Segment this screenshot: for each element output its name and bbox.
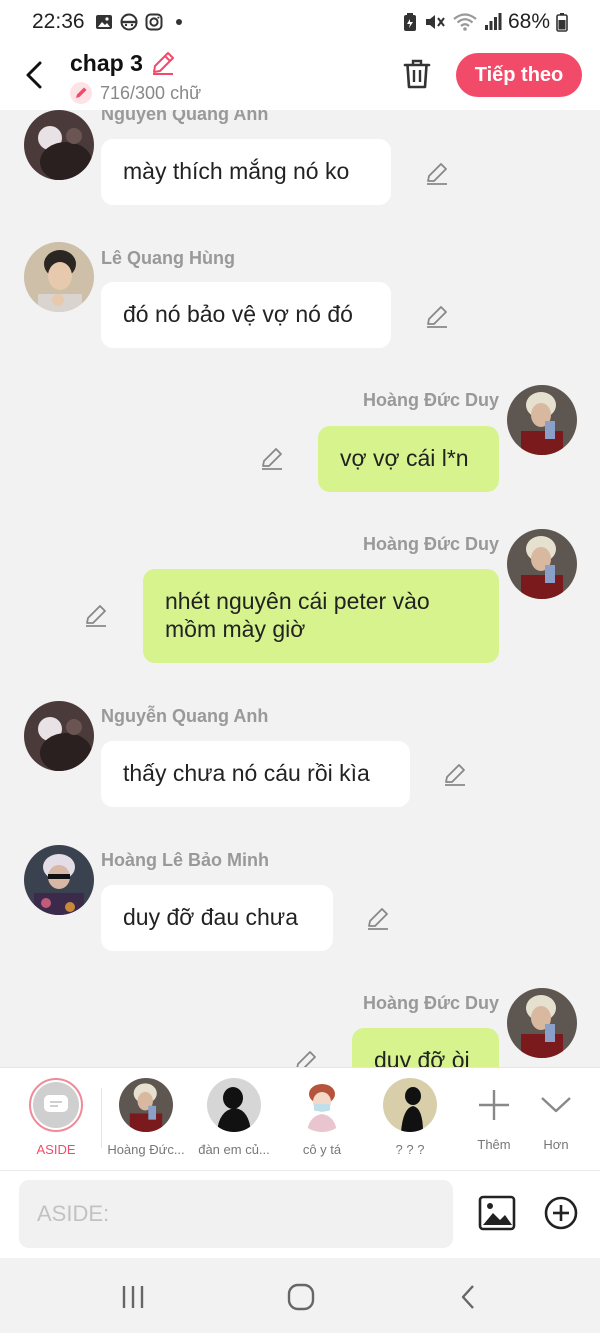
avatar[interactable] bbox=[507, 385, 577, 455]
character-label: cô y tá bbox=[302, 1142, 342, 1157]
signal-icon bbox=[484, 13, 502, 30]
image-icon bbox=[95, 15, 112, 29]
avatar[interactable] bbox=[24, 845, 94, 915]
status-time: 22:36 bbox=[32, 10, 85, 33]
character-dan-em[interactable]: đàn em củ... bbox=[190, 1078, 278, 1157]
avatar bbox=[295, 1078, 349, 1132]
message-bubble[interactable]: duy đỡ òi bbox=[352, 1028, 499, 1067]
chat-area[interactable]: Nguyen Quang Anh mày thích mắng nó ko Lê… bbox=[0, 110, 600, 1067]
chevron-down-icon bbox=[541, 1097, 571, 1113]
chat-bubble-icon bbox=[44, 1095, 68, 1112]
battery-percent: 68% bbox=[507, 10, 550, 33]
character-label: Hoàng Đức... bbox=[107, 1142, 185, 1157]
avatar bbox=[383, 1078, 437, 1132]
message-bubble[interactable]: thấy chưa nó cáu rồi kìa bbox=[101, 741, 410, 807]
avatar[interactable] bbox=[507, 529, 577, 599]
sender-name: Hoàng Đức Duy bbox=[362, 993, 499, 1013]
character-label: ? ? ? bbox=[395, 1142, 425, 1157]
avatar[interactable] bbox=[24, 242, 94, 312]
pencil-icon[interactable] bbox=[259, 445, 285, 471]
character-bar: ASIDE Hoàng Đức... đàn em củ... cô y tá … bbox=[0, 1067, 600, 1170]
system-nav-bar bbox=[0, 1258, 600, 1333]
character-label: ASIDE bbox=[36, 1142, 76, 1157]
character-hoang-duc[interactable]: Hoàng Đức... bbox=[102, 1078, 190, 1157]
pencil-icon[interactable] bbox=[442, 761, 468, 787]
character-aside[interactable]: ASIDE bbox=[12, 1078, 100, 1157]
word-count: 716/300 chữ bbox=[70, 82, 201, 104]
recent-apps-icon[interactable] bbox=[118, 1282, 148, 1312]
trash-icon[interactable] bbox=[402, 58, 432, 90]
avatar[interactable] bbox=[24, 701, 94, 771]
avatar bbox=[207, 1078, 261, 1132]
character-co-y-ta[interactable]: cô y tá bbox=[278, 1078, 366, 1157]
battery-saver-icon bbox=[403, 13, 416, 31]
pencil-icon[interactable] bbox=[83, 602, 109, 628]
instagram-icon bbox=[145, 13, 163, 31]
battery-icon bbox=[556, 13, 568, 32]
image-icon[interactable] bbox=[478, 1195, 516, 1231]
sender-name: Hoàng Đức Duy bbox=[362, 534, 499, 554]
sender-name: Nguyễn Quang Anh bbox=[101, 706, 269, 726]
sender-name: Hoàng Lê Bảo Minh bbox=[101, 850, 269, 870]
pencil-icon[interactable] bbox=[424, 303, 450, 329]
wifi-icon bbox=[453, 13, 477, 31]
sender-name: Nguyen Quang Anh bbox=[101, 110, 269, 124]
no-face-icon bbox=[120, 13, 138, 31]
pencil-icon bbox=[70, 82, 92, 104]
aside-avatar bbox=[29, 1078, 83, 1132]
dot-icon bbox=[175, 19, 182, 25]
home-icon[interactable] bbox=[286, 1282, 316, 1312]
message-bubble[interactable]: duy đỡ đau chưa bbox=[101, 885, 333, 951]
back-arrow-icon[interactable] bbox=[20, 58, 50, 92]
next-button[interactable]: Tiếp theo bbox=[456, 53, 582, 97]
avatar[interactable] bbox=[507, 988, 577, 1058]
header: chap 3 716/300 chữ Tiếp theo bbox=[0, 44, 600, 110]
character-label: Hơn bbox=[543, 1137, 569, 1152]
pencil-icon[interactable] bbox=[424, 160, 450, 186]
message-bubble[interactable]: vợ vợ cái l*n bbox=[318, 426, 499, 492]
character-label: đàn em củ... bbox=[198, 1142, 270, 1157]
input-bar bbox=[0, 1170, 600, 1258]
message-input[interactable] bbox=[19, 1180, 453, 1248]
message-bubble[interactable]: mày thích mắng nó ko bbox=[101, 139, 391, 205]
word-count-text: 716/300 chữ bbox=[100, 82, 202, 103]
mute-icon bbox=[425, 15, 445, 29]
character-unknown[interactable]: ? ? ? bbox=[366, 1078, 454, 1157]
back-icon[interactable] bbox=[454, 1282, 484, 1312]
add-circle-icon[interactable] bbox=[543, 1195, 579, 1231]
sender-name: Hoàng Đức Duy bbox=[362, 390, 499, 410]
pencil-icon[interactable] bbox=[150, 50, 176, 76]
pencil-icon[interactable] bbox=[293, 1048, 319, 1067]
avatar[interactable] bbox=[24, 110, 94, 180]
more-button[interactable]: Hơn bbox=[512, 1078, 600, 1152]
message-bubble[interactable]: đó nó bảo vệ vợ nó đó bbox=[101, 282, 391, 348]
sender-name: Lê Quang Hùng bbox=[101, 248, 235, 268]
pencil-icon[interactable] bbox=[365, 905, 391, 931]
chapter-title[interactable]: chap 3 bbox=[70, 50, 143, 77]
status-bar: 22:36 68% bbox=[0, 0, 600, 44]
message-bubble[interactable]: nhét nguyên cái peter vào mồm mày giờ bbox=[143, 569, 499, 663]
avatar bbox=[119, 1078, 173, 1132]
